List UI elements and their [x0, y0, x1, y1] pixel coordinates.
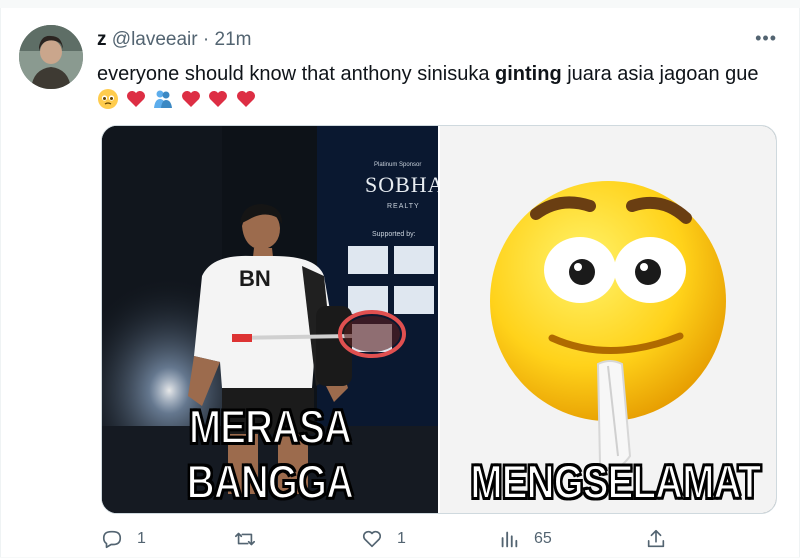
views-button[interactable]: 65 — [498, 528, 552, 550]
shirt-text: BN — [239, 266, 271, 291]
people-hugging-emoji-icon — [152, 88, 174, 118]
media-right-panel: MENGSELAMAT — [440, 126, 776, 513]
sponsor-title: SOBHA — [365, 172, 438, 197]
like-count: 1 — [397, 530, 406, 547]
retweet-button[interactable] — [234, 528, 270, 550]
avatar-image — [19, 25, 83, 89]
share-icon — [647, 529, 665, 548]
tweet-text-bold: ginting — [495, 63, 562, 85]
left-caption: MERASA BANGGA — [186, 399, 355, 509]
avatar[interactable] — [19, 25, 83, 89]
right-caption: MENGSELAMAT — [470, 454, 762, 509]
views-count: 65 — [534, 530, 552, 547]
sponsor-platinum: Platinum Sponsor — [374, 162, 421, 168]
tweet-header: z @laveeair · 21m — [97, 29, 251, 51]
tweet-text-part1: everyone should know that anthony sinisu… — [97, 63, 496, 85]
sponsor-sub: REALTY — [387, 203, 420, 210]
tweet-card[interactable]: z @laveeair · 21m ••• everyone should kn… — [0, 8, 800, 557]
red-heart-emoji-icon — [235, 88, 257, 118]
reply-button[interactable]: 1 — [101, 528, 146, 550]
more-options-icon[interactable]: ••• — [755, 28, 777, 49]
views-chart-icon — [501, 531, 518, 548]
red-heart-emoji-icon — [207, 88, 229, 118]
action-bar: 1 1 65 — [101, 528, 677, 558]
timestamp[interactable]: 21m — [215, 29, 252, 50]
like-button[interactable]: 1 — [361, 528, 406, 550]
retweet-icon — [235, 532, 255, 546]
reply-count: 1 — [137, 530, 146, 547]
sponsor-supported: Supported by: — [372, 231, 416, 238]
pleading-face-emoji-icon — [97, 88, 119, 118]
red-heart-emoji-icon — [125, 88, 147, 118]
tweet-text: everyone should know that anthony sinisu… — [97, 61, 777, 118]
red-heart-emoji-icon — [180, 88, 202, 118]
tweet-text-part2: juara asia jagoan gue — [561, 63, 759, 85]
display-name[interactable]: z — [97, 29, 107, 50]
reply-icon — [102, 530, 122, 549]
separator: · — [202, 29, 210, 50]
tweet-media[interactable]: BN SOBHA REALTY Platinum Sponsor Support… — [101, 125, 777, 514]
handle[interactable]: @laveeair — [112, 29, 198, 50]
share-button[interactable] — [645, 528, 667, 550]
media-left-panel: BN SOBHA REALTY Platinum Sponsor Support… — [102, 126, 438, 513]
heart-icon — [362, 530, 382, 548]
